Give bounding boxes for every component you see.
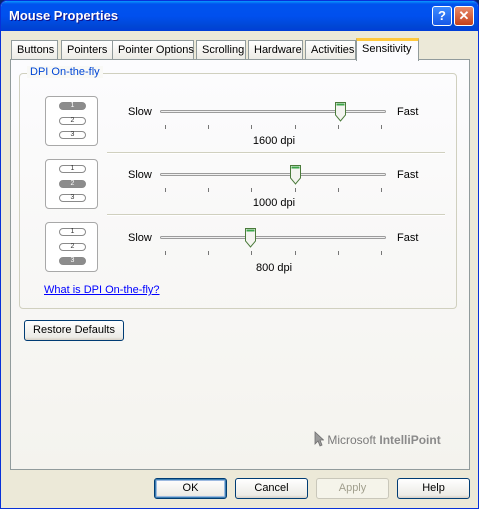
slider-tick	[337, 125, 339, 129]
window-title: Mouse Properties	[9, 8, 119, 23]
brand-company: Microsoft	[327, 433, 377, 447]
tab-pointers[interactable]: Pointers	[61, 40, 114, 59]
mouse-button-1: 1	[59, 102, 86, 110]
slider-tick	[208, 188, 210, 192]
help-icon[interactable]: ?	[432, 6, 452, 26]
slider-tick	[294, 188, 296, 192]
close-icon[interactable]: ✕	[454, 6, 474, 26]
mouse-button-3: 3	[59, 194, 86, 202]
pointer-logo-icon	[314, 431, 325, 447]
slider-tick	[208, 125, 210, 129]
tab-activities[interactable]: Activities	[305, 40, 356, 59]
row-separator	[107, 152, 445, 154]
slider-tick	[294, 251, 296, 255]
slider-tick	[251, 251, 253, 255]
tab-pointer-options[interactable]: Pointer Options	[112, 40, 194, 59]
dpi-slider-track[interactable]	[160, 110, 386, 113]
help-button[interactable]: Help	[397, 478, 470, 499]
mouse-button-3: 3	[59, 131, 86, 139]
slider-tick	[165, 188, 166, 192]
mouse-button-2: 2	[59, 243, 86, 251]
intellipoint-brand: Microsoft IntelliPoint	[314, 431, 441, 447]
apply-button[interactable]: Apply	[316, 478, 389, 499]
mouse-button-2: 2	[59, 180, 86, 188]
slider-tick	[208, 251, 210, 255]
ok-button[interactable]: OK	[154, 478, 227, 499]
slider-thumb-icon[interactable]	[335, 102, 347, 122]
tab-buttons[interactable]: Buttons	[11, 40, 58, 59]
fast-label: Fast	[397, 232, 419, 244]
slider-tick	[294, 125, 296, 129]
slider-tick	[251, 125, 253, 129]
dpi-value-label: 1600 dpi	[252, 135, 296, 147]
slider-tick	[381, 188, 382, 192]
mouse-icon: 1 2 3	[45, 222, 98, 272]
slider-thumb-icon[interactable]	[290, 165, 302, 185]
slow-label: Slow	[128, 106, 152, 118]
dpi-slider-track[interactable]	[160, 173, 386, 176]
cancel-button[interactable]: Cancel	[235, 478, 308, 499]
mouse-button-1: 1	[59, 228, 86, 236]
fast-label: Fast	[397, 169, 419, 181]
dpi-slider-track[interactable]	[160, 236, 386, 239]
dpi-help-link[interactable]: What is DPI On-the-fly?	[44, 284, 160, 296]
slow-label: Slow	[128, 232, 152, 244]
brand-product: IntelliPoint	[379, 433, 441, 447]
mouse-icon: 1 2 3	[45, 96, 98, 146]
mouse-properties-window: Mouse Properties ? ✕ Buttons Pointers Po…	[0, 0, 479, 509]
slider-thumb-icon[interactable]	[244, 228, 256, 248]
dpi-value-label: 800 dpi	[255, 262, 293, 274]
tab-hardware[interactable]: Hardware	[248, 40, 303, 59]
slider-tick	[337, 251, 339, 255]
mouse-button-2: 2	[59, 117, 86, 125]
mouse-button-1: 1	[59, 165, 86, 173]
row-separator	[107, 214, 445, 216]
mouse-icon: 1 2 3	[45, 159, 98, 209]
tab-sensitivity[interactable]: Sensitivity	[356, 38, 419, 61]
fast-label: Fast	[397, 106, 419, 118]
group-label: DPI On-the-fly	[27, 66, 103, 78]
tab-scrolling[interactable]: Scrolling	[196, 40, 246, 59]
dpi-value-label: 1000 dpi	[252, 197, 296, 209]
slider-tick	[165, 125, 166, 129]
slider-tick	[165, 251, 166, 255]
slider-tick	[381, 251, 382, 255]
title-bar[interactable]: Mouse Properties ? ✕	[1, 1, 478, 31]
slider-tick	[251, 188, 253, 192]
restore-defaults-button[interactable]: Restore Defaults	[24, 320, 124, 341]
slider-tick	[381, 125, 382, 129]
slow-label: Slow	[128, 169, 152, 181]
slider-tick	[337, 188, 339, 192]
mouse-button-3: 3	[59, 257, 86, 265]
